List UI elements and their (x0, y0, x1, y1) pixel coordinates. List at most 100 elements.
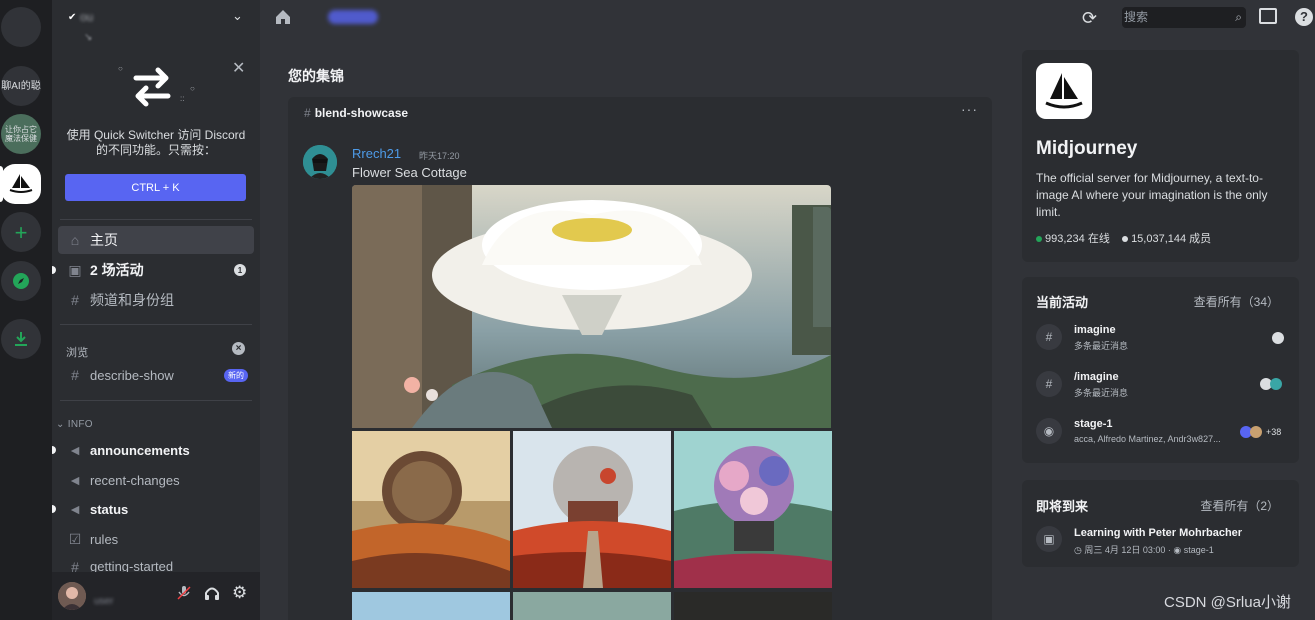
activity-sub: 多条最近消息 (1074, 341, 1129, 351)
activity-sub: 多条最近消息 (1074, 388, 1129, 398)
thread-hash-icon: # (71, 367, 79, 383)
server-header[interactable]: ✔ ou ⌄ ↘ (52, 0, 260, 52)
activity-name[interactable]: /imagine (1074, 371, 1119, 383)
top-bar: ⟳ 搜索 ⌕ ? (260, 0, 1315, 36)
attachment-thumb[interactable] (674, 431, 832, 588)
search-input[interactable]: 搜索 ⌕ (1122, 7, 1246, 28)
message-timestamp: 昨天17:20 (419, 151, 460, 161)
server-rail: 聊AI的聪 让你占它 魔法保健 + (0, 0, 52, 620)
server-description: The official server for Midjourney, a te… (1036, 171, 1268, 219)
download-icon (15, 332, 27, 346)
inbox-icon[interactable] (1259, 8, 1277, 24)
attachment-thumb[interactable] (513, 592, 671, 620)
attachment-thumb[interactable] (674, 592, 832, 620)
message-author[interactable]: Rrech21 (352, 146, 401, 161)
channels-roles-icon: # (71, 292, 79, 308)
channel-status[interactable]: ◄ status (52, 495, 254, 523)
featured-title: 您的集锦 (288, 68, 344, 84)
image-edge (813, 207, 831, 327)
search-icon: ⌕ (1235, 10, 1242, 24)
explore-servers-button[interactable] (1, 261, 41, 301)
activities-card: 当前活动 查看所有（34） # imagine 多条最近消息 # /imagin… (1022, 277, 1299, 463)
unread-indicator (52, 446, 56, 454)
close-icon[interactable]: ✕ (232, 58, 245, 78)
headset-icon (205, 587, 219, 600)
attachment-thumb[interactable] (513, 431, 671, 588)
server-subtitle: ↘ (84, 32, 93, 43)
featured-channel[interactable]: # blend-showcase (304, 106, 408, 120)
stage-icon: ◉ (1036, 418, 1062, 444)
megaphone-icon: ◄ (68, 442, 82, 458)
divider (60, 219, 252, 220)
channel-label: recent-changes (90, 472, 180, 488)
close-browse-icon[interactable]: × (232, 342, 245, 355)
server-icon-direct-messages[interactable] (1, 7, 41, 47)
featured-card: # blend-showcase ··· Rrech21 昨天17:20 Flow… (288, 97, 992, 620)
dome-cottage-image (513, 431, 671, 588)
server-icon-ai[interactable]: 聊AI的聪 (1, 66, 41, 106)
activities-view-all-link[interactable]: 查看所有（34） (1194, 293, 1279, 310)
home-icon: ⌂ (70, 232, 80, 248)
mute-microphone-icon[interactable] (176, 585, 192, 606)
sparkle-icon: :: (180, 94, 185, 103)
channel-announcements[interactable]: ◄ announcements (52, 436, 254, 464)
online-dot-icon (1036, 236, 1042, 243)
server-tag (328, 10, 378, 24)
activity-name[interactable]: imagine (1074, 324, 1116, 336)
channel-label: status (90, 501, 129, 517)
midjourney-logo (1036, 63, 1092, 119)
avatar-image (58, 582, 86, 610)
add-server-button[interactable]: + (1, 212, 41, 252)
sparkle-icon: ○ (190, 84, 195, 93)
event-name[interactable]: Learning with Peter Mohrbacher (1074, 527, 1242, 539)
thread-icon: # (1036, 371, 1062, 397)
upcoming-title: 即将到来 (1036, 499, 1089, 514)
nav-channels-roles[interactable]: # 频道和身份组 (58, 286, 254, 314)
nav-home-label: 主页 (90, 232, 118, 248)
channel-describe-show-label: describe-show (90, 367, 174, 383)
attachment-main-image[interactable] (352, 185, 831, 428)
browse-label: 浏览 (66, 347, 89, 359)
sparkle-icon: ○ (118, 64, 123, 73)
channel-rules[interactable]: ☑ rules (58, 525, 254, 553)
switch-arrows-icon (133, 67, 171, 107)
participant-avatar (1270, 378, 1282, 390)
megaphone-icon: ◄ (68, 472, 82, 488)
quick-switcher-shortcut-button[interactable]: CTRL + K (65, 174, 246, 201)
hash-icon: # (304, 106, 311, 120)
channel-recent-changes[interactable]: ◄ recent-changes (58, 466, 254, 494)
category-info[interactable]: ⌄ INFO (56, 419, 93, 430)
user-avatar[interactable] (58, 582, 86, 610)
channel-describe-show[interactable]: # describe-show 新的 (58, 361, 254, 389)
new-badge: 新的 (224, 369, 248, 382)
help-icon[interactable]: ? (1295, 8, 1313, 26)
refresh-icon[interactable]: ⟳ (1082, 8, 1097, 29)
attachment-thumb[interactable] (352, 431, 510, 588)
unread-indicator (52, 266, 56, 274)
unread-indicator (52, 505, 56, 513)
server-icon-midjourney[interactable] (1, 164, 41, 204)
activity-name[interactable]: stage-1 (1074, 418, 1113, 430)
attachment-thumb[interactable] (352, 592, 510, 620)
more-options-icon[interactable]: ··· (961, 101, 978, 117)
flower-cottage-image (352, 185, 831, 428)
server-icon-magic[interactable]: 让你占它 魔法保健 (1, 114, 41, 154)
sailboat-icon (1045, 73, 1083, 109)
download-apps-button[interactable] (1, 319, 41, 359)
channel-getting-started[interactable]: # getting-started (58, 554, 254, 572)
microphone-muted-icon (177, 586, 191, 600)
server-name: Midjourney (1036, 138, 1138, 159)
nav-home[interactable]: ⌂ 主页 (58, 226, 254, 254)
chevron-down-icon[interactable]: ⌄ (232, 8, 243, 24)
megaphone-icon: ◄ (68, 501, 82, 517)
nav-events[interactable]: ▣ 2 场活动 1 (52, 256, 254, 284)
headphones-icon[interactable] (204, 585, 220, 606)
gear-icon[interactable]: ⚙ (232, 583, 247, 603)
home-icon[interactable] (274, 8, 292, 26)
activity-sub: acca, Alfredo Martinez, Andr3w827... (1074, 434, 1221, 444)
flower-tree-cottage-image (674, 431, 832, 588)
message-avatar[interactable] (303, 145, 337, 179)
divider (60, 324, 252, 325)
upcoming-view-all-link[interactable]: 查看所有（2） (1200, 497, 1279, 514)
participant-avatar (1272, 332, 1284, 344)
